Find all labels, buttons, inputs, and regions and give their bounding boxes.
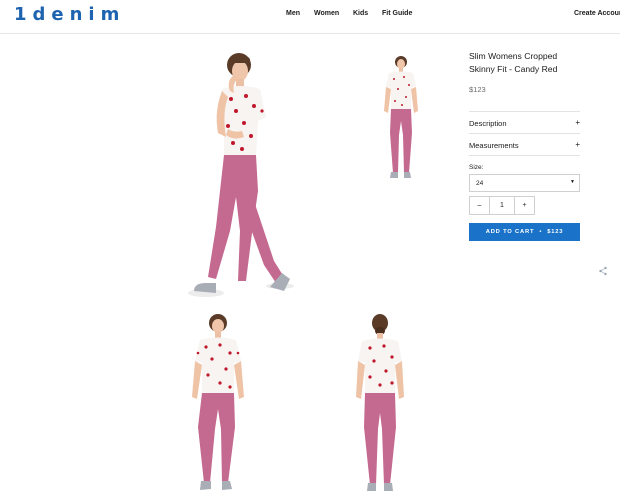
- add-to-cart-button[interactable]: ADD TO CART • $123: [469, 223, 580, 241]
- separator-dot: •: [539, 229, 543, 235]
- product-title: Slim Womens Cropped Skinny Fit - Candy R…: [469, 51, 558, 74]
- measurements-label: Measurements: [469, 141, 519, 150]
- model-back-standing-photo[interactable]: [350, 313, 410, 499]
- quantity-decrease-button[interactable]: –: [470, 197, 490, 214]
- nav-item-kids[interactable]: Kids: [353, 10, 368, 17]
- plus-icon: +: [575, 140, 580, 149]
- add-to-cart-label: ADD TO CART: [485, 229, 535, 235]
- measurements-accordion[interactable]: Measurements +: [469, 133, 580, 155]
- product-info: Slim Womens Cropped Skinny Fit - Candy R…: [469, 50, 580, 241]
- add-to-cart-price: $123: [547, 229, 564, 235]
- quantity-stepper: – 1 +: [469, 196, 535, 215]
- main-nav: Men Women Kids Fit Guide: [0, 10, 620, 22]
- caret-down-icon: ▼: [570, 179, 575, 185]
- product-gallery: [0, 35, 460, 500]
- quantity-increase-button[interactable]: +: [514, 197, 534, 214]
- nav-item-fit-guide[interactable]: Fit Guide: [382, 10, 412, 17]
- model-front-walking-photo[interactable]: [186, 51, 296, 301]
- create-account-link[interactable]: Create Account: [574, 10, 620, 17]
- size-select[interactable]: 24 ▼: [469, 174, 580, 192]
- product-price: $123: [469, 85, 486, 94]
- share-icon[interactable]: [598, 263, 608, 276]
- size-label: Size:: [469, 164, 484, 171]
- plus-icon: +: [575, 118, 580, 127]
- divider: [469, 155, 580, 156]
- nav-item-women[interactable]: Women: [314, 10, 339, 17]
- nav-item-men[interactable]: Men: [286, 10, 300, 17]
- size-selected-value: 24: [476, 180, 484, 187]
- model-front-standing-photo[interactable]: [188, 313, 250, 499]
- description-accordion[interactable]: Description +: [469, 111, 580, 133]
- site-header: 1denim Men Women Kids Fit Guide Create A…: [0, 0, 620, 34]
- description-label: Description: [469, 119, 507, 128]
- quantity-input[interactable]: 1: [490, 197, 514, 214]
- model-front-thumbnail-photo[interactable]: [380, 55, 422, 183]
